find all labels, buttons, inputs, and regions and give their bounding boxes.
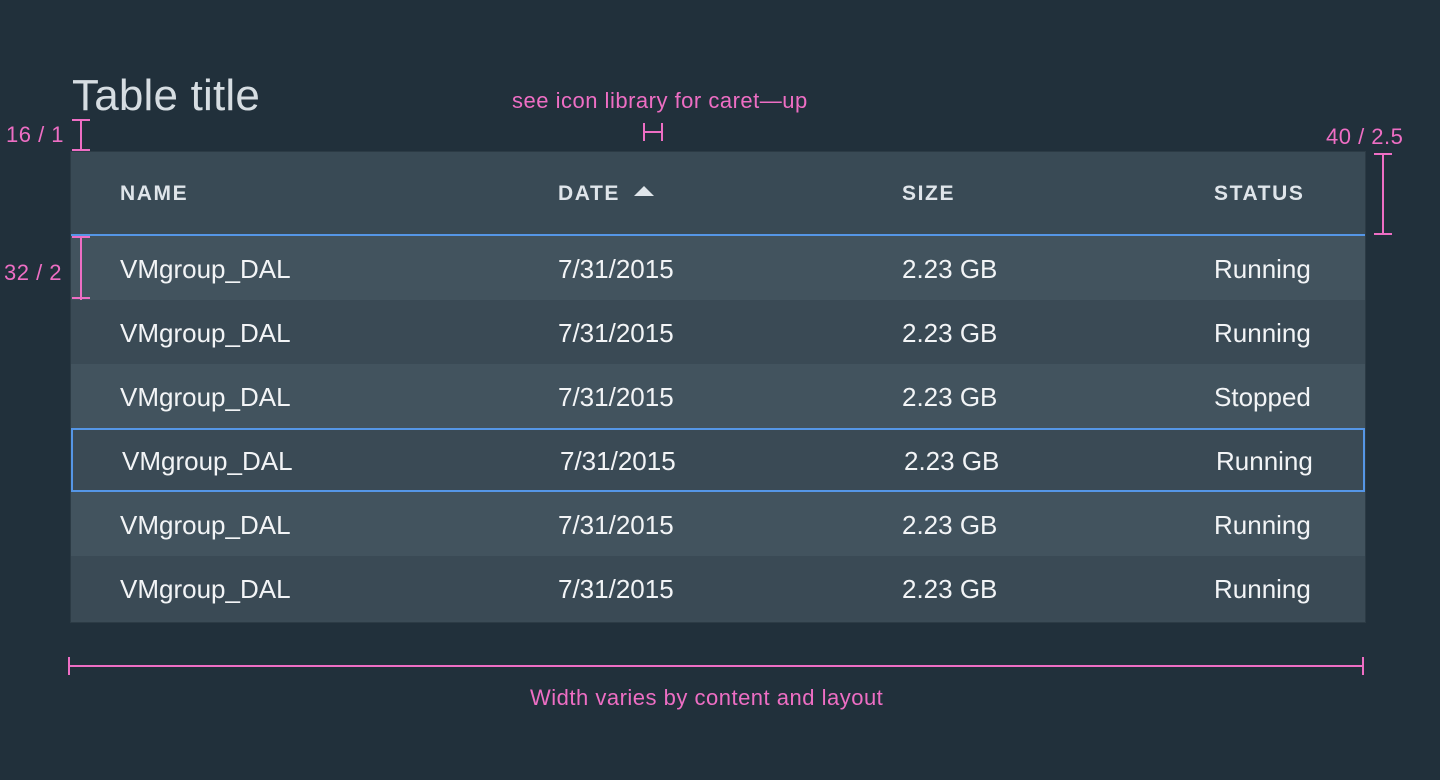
column-header-label: STATUS xyxy=(1214,182,1305,205)
cell-size: 2.23 GB xyxy=(902,382,998,412)
caret-up-icon[interactable] xyxy=(634,186,655,196)
data-table: NAME DATE SIZE STATUS VMgroup_DAL 7/31/2… xyxy=(71,152,1365,622)
cell-status: Running xyxy=(1216,446,1313,476)
cell-name: VMgroup_DAL xyxy=(120,254,291,284)
column-header-size[interactable]: SIZE xyxy=(902,152,955,234)
cell-name: VMgroup_DAL xyxy=(120,382,291,412)
cell-name: VMgroup_DAL xyxy=(120,574,291,604)
table-row[interactable]: VMgroup_DAL 7/31/2015 2.23 GB Running xyxy=(71,556,1365,620)
column-header-date[interactable]: DATE xyxy=(558,152,655,234)
spec-canvas: Table title NAME DATE SIZE STATUS VMgrou… xyxy=(0,0,1440,780)
cell-size: 2.23 GB xyxy=(902,510,998,540)
cell-date: 7/31/2015 xyxy=(558,318,674,348)
cell-size: 2.23 GB xyxy=(904,446,1000,476)
cell-status: Running xyxy=(1214,318,1311,348)
width-note: Width varies by content and layout xyxy=(530,685,884,710)
column-header-status[interactable]: STATUS xyxy=(1214,152,1304,234)
cell-name: VMgroup_DAL xyxy=(120,510,291,540)
cell-name: VMgroup_DAL xyxy=(120,318,291,348)
cell-status: Stopped xyxy=(1214,382,1311,412)
cell-date: 7/31/2015 xyxy=(558,382,674,412)
table-row[interactable]: VMgroup_DAL 7/31/2015 2.23 GB Stopped xyxy=(71,364,1365,428)
cell-size: 2.23 GB xyxy=(902,574,998,604)
table-header: NAME DATE SIZE STATUS xyxy=(71,152,1365,236)
cell-date: 7/31/2015 xyxy=(558,574,674,604)
cell-size: 2.23 GB xyxy=(902,254,998,284)
icon-library-note: see icon library for caret—up xyxy=(512,88,808,113)
table-row[interactable]: VMgroup_DAL 7/31/2015 2.23 GB Running xyxy=(71,300,1365,364)
table-row[interactable]: VMgroup_DAL 7/31/2015 2.23 GB Running xyxy=(71,492,1365,556)
column-header-name[interactable]: NAME xyxy=(120,152,188,234)
cell-status: Running xyxy=(1214,574,1311,604)
title-spacing-label: 16 / 1 xyxy=(6,122,65,147)
table-row[interactable]: VMgroup_DAL 7/31/2015 2.23 GB Running xyxy=(71,236,1365,300)
cell-date: 7/31/2015 xyxy=(558,510,674,540)
column-header-label: SIZE xyxy=(902,182,956,205)
cell-status: Running xyxy=(1214,254,1311,284)
cell-date: 7/31/2015 xyxy=(560,446,676,476)
column-header-label: NAME xyxy=(120,182,189,205)
cell-date: 7/31/2015 xyxy=(558,254,674,284)
cell-status: Running xyxy=(1214,510,1311,540)
table-title: Table title xyxy=(72,71,261,120)
table-row-selected[interactable]: VMgroup_DAL 7/31/2015 2.23 GB Running xyxy=(71,428,1365,492)
column-header-label: DATE xyxy=(558,182,621,205)
row-height-label: 32 / 2 xyxy=(4,260,63,285)
header-height-label: 40 / 2.5 xyxy=(1326,124,1404,149)
cell-size: 2.23 GB xyxy=(902,318,998,348)
cell-name: VMgroup_DAL xyxy=(122,446,293,476)
